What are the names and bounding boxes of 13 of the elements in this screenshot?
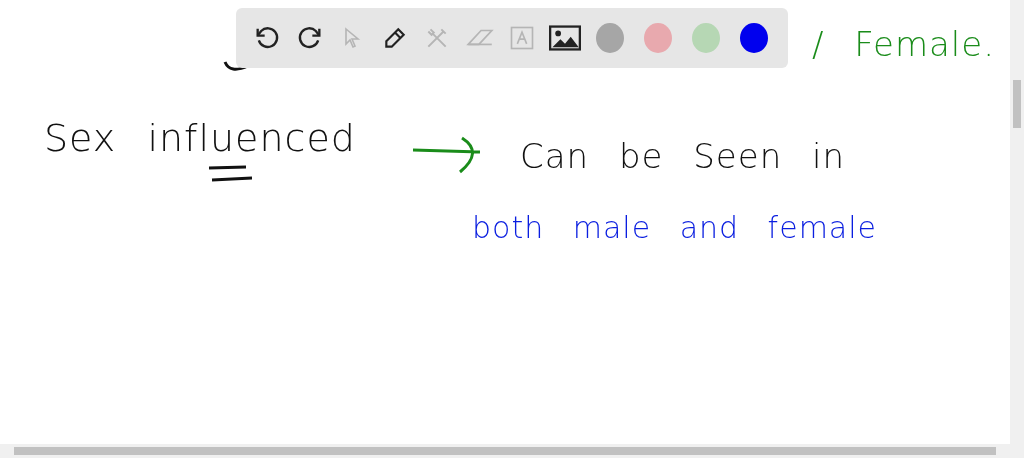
scrollbar-thumb[interactable] (1013, 80, 1021, 128)
scrollbar-thumb[interactable] (14, 447, 996, 455)
color-swatch[interactable] (644, 23, 673, 53)
image-icon (548, 25, 581, 51)
handwritten-text: Sex influenced (44, 116, 356, 160)
handwritten-text: / Female. (812, 24, 995, 64)
vertical-scrollbar[interactable] (1010, 0, 1024, 444)
horizontal-scrollbar[interactable] (0, 444, 1010, 458)
handwritten-text: both male and female (472, 210, 878, 245)
color-swatch[interactable] (596, 23, 625, 53)
color-swatch[interactable] (740, 23, 769, 53)
color-swatch[interactable] (692, 23, 721, 53)
handwritten-text: Can be Seen in (520, 136, 845, 176)
